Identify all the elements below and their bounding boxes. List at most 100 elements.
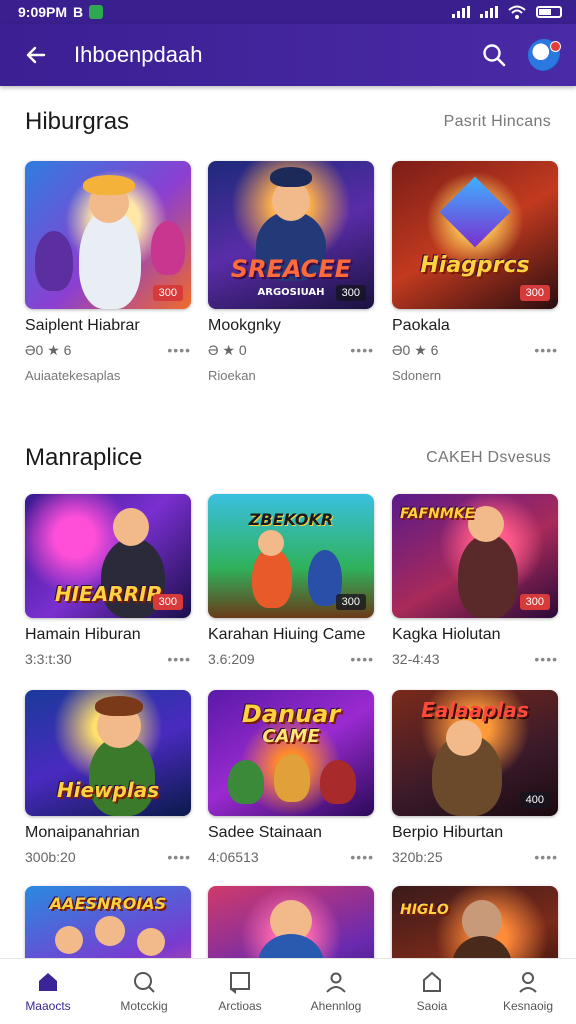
game-card[interactable]: Hiagprcs 300 Paokala Ə0 ★ 6 •••• Sdonern [392, 161, 558, 383]
notification-icon [89, 5, 104, 19]
price-badge: 300 [152, 285, 183, 301]
game-card[interactable]: SREACEE ARGOSIUAH 300 Mookgnky Ə ★ 0 ••••… [208, 161, 374, 383]
card-title: Monaipanahrian [25, 824, 140, 841]
game-thumbnail[interactable]: 300 [25, 161, 191, 309]
game-card[interactable]: Hiewplas Monaipanahrian 300b:20 •••• [25, 690, 191, 865]
page-title: Ihboenpdaah [74, 42, 203, 67]
bag-icon [419, 970, 445, 994]
nav-item-shop[interactable]: Saoia [384, 959, 480, 1024]
more-icon[interactable]: •••• [534, 342, 558, 358]
art-title: Hiewplas [56, 778, 160, 802]
art-title: Hiagprcs [420, 253, 530, 278]
game-card[interactable] [208, 886, 374, 958]
art-title: Danuar [241, 700, 341, 728]
card-title: Paokala [392, 317, 450, 334]
art-title: ZBEKOKR [248, 510, 334, 529]
search-icon [483, 44, 506, 67]
card-title: Karahan Hiuing Came [208, 626, 366, 643]
arrow-left-icon [26, 46, 46, 64]
back-button[interactable] [20, 39, 52, 71]
section-header: Manraplice CAKEH Dsvesus [25, 444, 551, 472]
see-all-link[interactable]: CAKEH Dsvesus [426, 449, 551, 467]
price-badge: 300 [519, 594, 550, 610]
nav-label: Maaocts [25, 999, 71, 1013]
more-icon[interactable]: •••• [350, 849, 374, 865]
rating: Ə ★ 0 [208, 341, 247, 358]
game-card[interactable]: 300 Saiplent Hiabrar Ə0 ★ 6 •••• Auiaatek… [25, 161, 191, 383]
more-icon[interactable]: •••• [350, 651, 374, 667]
search-icon [131, 970, 157, 994]
meta-value: 3.6:209 [208, 651, 255, 667]
battery-icon [536, 6, 562, 18]
game-thumbnail[interactable]: Hiewplas [25, 690, 191, 816]
card-title: Saiplent Hiabrar [25, 317, 140, 334]
game-thumbnail[interactable]: ZBEKOKR 300 [208, 494, 374, 618]
meta-value: 32-4:43 [392, 651, 440, 667]
meta-value: 320b:25 [392, 849, 443, 865]
signal-icon [480, 6, 498, 18]
price-badge: 400 [519, 792, 550, 808]
main-content[interactable]: Hiburgras Pasrit Hincans 300 Saiplent Hi… [0, 86, 576, 958]
card-title: Hamain Hiburan [25, 626, 141, 643]
section-title: Manraplice [25, 444, 143, 471]
card-title: Kagka Hiolutan [392, 626, 501, 643]
art-subtitle: CAME [262, 726, 320, 747]
price-badge: 300 [152, 594, 183, 610]
game-thumbnail[interactable]: HIEARRIP 300 [25, 494, 191, 618]
game-thumbnail[interactable]: FAFNMKE 300 [392, 494, 558, 618]
search-button[interactable] [474, 35, 514, 75]
wifi-icon [508, 5, 526, 19]
game-thumbnail[interactable] [208, 886, 374, 958]
game-card[interactable]: HIGLO [392, 886, 558, 958]
more-icon[interactable]: •••• [350, 342, 374, 358]
card-subtitle: Rioekan [208, 368, 256, 383]
card-title: Sadee Stainaan [208, 824, 322, 841]
art-title: Ealaaplas [421, 698, 529, 722]
card-subtitle: Sdonern [392, 368, 442, 383]
nav-label: Saoia [416, 999, 448, 1013]
art-title: SREACEE [230, 255, 352, 283]
more-icon[interactable]: •••• [534, 849, 558, 865]
nav-item-library[interactable]: Arctioas [192, 959, 288, 1024]
person-icon [323, 970, 349, 994]
section-header: Hiburgras Pasrit Hincans [25, 108, 551, 136]
game-card[interactable]: HIEARRIP 300 Hamain Hiburan 3:3:t:30 •••• [25, 494, 191, 667]
meta-value: 300b:20 [25, 849, 76, 865]
game-thumbnail[interactable]: HIGLO [392, 886, 558, 958]
game-card[interactable]: FAFNMKE 300 Kagka Hiolutan 32-4:43 •••• [392, 494, 558, 667]
game-thumbnail[interactable]: Ealaaplas 400 [392, 690, 558, 816]
status-carrier: B [73, 4, 84, 20]
game-thumbnail[interactable]: AAESNROIAS [25, 886, 191, 958]
more-icon[interactable]: •••• [534, 651, 558, 667]
nav-item-profile[interactable]: Kesnaoig [480, 959, 576, 1024]
price-badge: 300 [519, 285, 550, 301]
more-icon[interactable]: •••• [167, 342, 191, 358]
rating: Ə0 ★ 6 [25, 341, 72, 358]
library-icon [227, 970, 253, 994]
more-icon[interactable]: •••• [167, 849, 191, 865]
card-subtitle: Auiaatekesaplas [25, 368, 121, 383]
game-card[interactable]: ZBEKOKR 300 Karahan Hiuing Came 3.6:209 •… [208, 494, 374, 667]
game-thumbnail[interactable]: SREACEE ARGOSIUAH 300 [208, 161, 374, 309]
card-title: Mookgnky [208, 317, 281, 334]
more-icon[interactable]: •••• [167, 651, 191, 667]
game-card[interactable]: Danuar CAME Sadee Stainaan 4:06513 •••• [208, 690, 374, 865]
art-title: FAFNMKE [400, 506, 475, 522]
game-thumbnail[interactable]: Hiagprcs 300 [392, 161, 558, 309]
see-all-link[interactable]: Pasrit Hincans [444, 113, 551, 131]
avatar[interactable] [528, 39, 561, 71]
art-title: HIGLO [400, 902, 449, 918]
game-thumbnail[interactable]: Danuar CAME [208, 690, 374, 816]
game-card[interactable]: Ealaaplas 400 Berpio Hiburtan 320b:25 •••… [392, 690, 558, 865]
section-title: Hiburgras [25, 108, 130, 135]
price-badge: 300 [335, 594, 366, 610]
nav-item-search[interactable]: Motcckig [96, 959, 192, 1024]
bottom-nav: Maaocts Motcckig Arctioas Ahennlog Saoia… [0, 958, 576, 1024]
nav-item-person[interactable]: Ahennlog [288, 959, 384, 1024]
nav-label: Arctioas [218, 999, 262, 1013]
home-icon [35, 970, 61, 994]
meta-value: 3:3:t:30 [25, 651, 72, 667]
rating: Ə0 ★ 6 [392, 341, 439, 358]
game-card[interactable]: AAESNROIAS [25, 886, 191, 958]
nav-item-home[interactable]: Maaocts [0, 959, 96, 1024]
